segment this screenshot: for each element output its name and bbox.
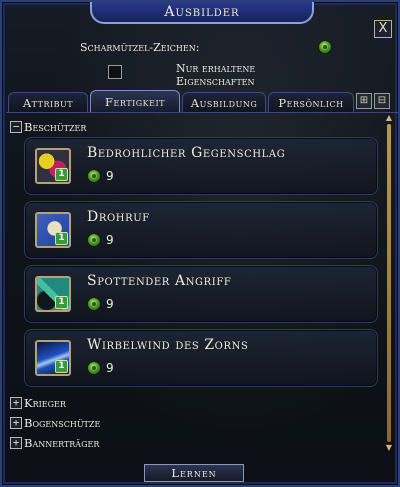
skirmish-marks-label: Scharmützel-Zeichen: [80, 40, 200, 54]
scroll-down-icon[interactable]: ▼ [385, 444, 393, 452]
category-bannertraeger[interactable]: + Bannerträger [10, 435, 99, 451]
skill-cost-value: 9 [106, 169, 114, 183]
rank-badge: 1 [55, 360, 68, 373]
tab-fertigkeit[interactable]: Fertigkeit [90, 90, 180, 112]
skirmish-mark-token-icon [87, 169, 101, 183]
threat-shout-skill-icon: 1 [35, 212, 71, 248]
skill-cost: 9 [87, 233, 114, 247]
category-label: Beschützer [24, 120, 87, 134]
expand-all-icon[interactable]: ⊞ [356, 93, 372, 109]
collapse-all-icon[interactable]: ⊟ [374, 93, 390, 109]
skill-cost-value: 9 [106, 361, 114, 375]
whirlwind-skill-icon: 1 [35, 340, 71, 376]
owned-traits-checkbox-label: Nur erhaltene Eigenschaften anzeigen [176, 62, 256, 86]
skill-name: Bedrohlicher Gegenschlag [87, 145, 286, 161]
skill-cost: 9 [87, 169, 114, 183]
skill-row[interactable]: 1 Wirbelwind des Zorns 9 [24, 329, 378, 387]
skirmish-marks-row: Scharmützel-Zeichen: [80, 39, 332, 55]
owned-traits-checkbox[interactable] [108, 65, 122, 79]
tab-persoenlich[interactable]: Persönlich [268, 92, 354, 112]
skill-list-panel: − Beschützer 1 Bedrohlicher Gegenschlag … [6, 112, 398, 454]
skill-cost: 9 [87, 361, 114, 375]
vertical-scrollbar[interactable]: ▲ ▼ [385, 114, 393, 452]
skill-cost-value: 9 [106, 233, 114, 247]
category-label: Bannerträger [24, 436, 100, 450]
tab-attribut[interactable]: Attribut [8, 92, 88, 112]
skirmish-mark-token-icon [318, 40, 332, 54]
category-label: Bogenschütze [24, 416, 101, 430]
rank-badge: 1 [55, 168, 68, 181]
collapse-toggle-icon[interactable]: − [10, 121, 22, 133]
scroll-up-icon[interactable]: ▲ [385, 114, 393, 122]
expand-toggle-icon[interactable]: + [10, 437, 22, 449]
counterattack-skill-icon: 1 [35, 148, 71, 184]
taunting-attack-skill-icon: 1 [35, 276, 71, 312]
rank-badge: 1 [55, 296, 68, 309]
category-krieger[interactable]: + Krieger [10, 395, 66, 411]
expand-toggle-icon[interactable]: + [10, 417, 22, 429]
skill-cost-value: 9 [106, 297, 114, 311]
skirmish-mark-token-icon [87, 233, 101, 247]
category-beschuetzer[interactable]: − Beschützer [10, 119, 86, 135]
skill-name: Spottender Angriff [87, 273, 232, 289]
close-button[interactable]: X [374, 20, 392, 38]
tab-ausbildung[interactable]: Ausbildung [182, 92, 266, 112]
trainer-window: Ausbilder X Scharmützel-Zeichen: Nur erh… [0, 0, 400, 487]
skill-row[interactable]: 1 Drohruf 9 [24, 201, 378, 259]
owned-traits-filter: Nur erhaltene Eigenschaften anzeigen [108, 62, 308, 86]
skirmish-mark-token-icon [87, 361, 101, 375]
rank-badge: 1 [55, 232, 68, 245]
skirmish-mark-token-icon [87, 297, 101, 311]
expand-toggle-icon[interactable]: + [10, 397, 22, 409]
tab-bar: Attribut Fertigkeit Ausbildung Persönlic… [8, 90, 396, 112]
skill-name: Wirbelwind des Zorns [87, 337, 249, 353]
skill-row[interactable]: 1 Spottender Angriff 9 [24, 265, 378, 323]
skill-cost: 9 [87, 297, 114, 311]
category-label: Krieger [24, 396, 66, 410]
skill-name: Drohruf [87, 209, 150, 225]
learn-button[interactable]: Lernen [144, 464, 244, 482]
window-title: Ausbilder [90, 2, 314, 24]
scroll-thumb[interactable] [387, 124, 391, 442]
skill-row[interactable]: 1 Bedrohlicher Gegenschlag 9 [24, 137, 378, 195]
category-bogenschuetze[interactable]: + Bogenschütze [10, 415, 100, 431]
